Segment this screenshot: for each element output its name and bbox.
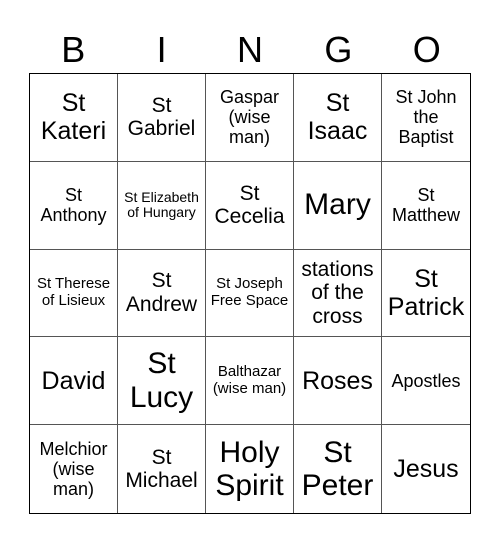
bingo-cell-text: stations of the cross	[301, 257, 374, 328]
bingo-cell-text: St Peter	[301, 435, 374, 503]
bingo-cell[interactable]: St Joseph Free Space	[206, 249, 294, 338]
bingo-cell[interactable]: Roses	[294, 337, 382, 426]
bingo-cell-text: St Therese of Lisieux	[36, 275, 111, 309]
bingo-cell-text: Melchior (wise man)	[39, 438, 108, 500]
bingo-cell-text: St Gabriel	[127, 93, 196, 141]
bingo-cell[interactable]: St Andrew	[118, 249, 206, 338]
bingo-cell-text: St Lucy	[129, 347, 194, 414]
bingo-cell[interactable]: St Therese of Lisieux	[30, 249, 118, 338]
bingo-cell-text: Jesus	[393, 455, 459, 484]
bingo-cell[interactable]: St Patrick	[382, 250, 470, 338]
bingo-cell-text: St Elizabeth of Hungary	[124, 188, 199, 221]
bingo-cell-text: David	[41, 366, 106, 395]
bingo-cell[interactable]: St Lucy	[118, 337, 206, 426]
bingo-cell[interactable]: St Cecelia	[206, 161, 294, 250]
header-letter-n: N	[236, 29, 263, 70]
bingo-cell[interactable]: Apostles	[382, 337, 470, 426]
bingo-cell[interactable]: Jesus	[382, 425, 470, 513]
bingo-cell-text: St Matthew	[391, 185, 461, 226]
bingo-cell-text: St Anthony	[40, 185, 107, 226]
bingo-cell-text: St Michael	[125, 445, 198, 493]
bingo-cell-text: Holy Spirit	[215, 435, 284, 503]
bingo-cell[interactable]: St Isaac	[294, 74, 382, 162]
bingo-cell-text: St Joseph Free Space	[210, 275, 289, 309]
bingo-header: B I N G O	[29, 28, 471, 72]
bingo-cell-text: Gaspar (wise man)	[219, 87, 280, 148]
bingo-cell[interactable]: St Peter	[294, 425, 382, 513]
bingo-cell[interactable]: St Anthony	[30, 161, 118, 250]
header-letter-o: O	[412, 29, 441, 70]
bingo-cell-text: Apostles	[391, 370, 461, 391]
bingo-cell-text: Balthazar (wise man)	[212, 362, 287, 397]
bingo-cell-text: St Patrick	[387, 264, 465, 321]
bingo-cell[interactable]: St Kateri	[30, 74, 118, 162]
bingo-cell[interactable]: Gaspar (wise man)	[206, 74, 294, 162]
bingo-cell[interactable]: St John the Baptist	[382, 74, 470, 162]
bingo-cell-text: St John the Baptist	[395, 87, 457, 148]
bingo-cell[interactable]: Holy Spirit	[206, 425, 294, 513]
bingo-cell-text: Roses	[302, 366, 373, 395]
bingo-cell[interactable]: St Gabriel	[118, 74, 206, 162]
header-letter-i: I	[156, 29, 167, 70]
bingo-cell[interactable]: David	[30, 337, 118, 426]
header-letter-g: G	[324, 29, 353, 70]
bingo-cell[interactable]: St Michael	[118, 425, 206, 513]
bingo-cell[interactable]: Melchior (wise man)	[30, 425, 118, 513]
bingo-cell-text: St Andrew	[125, 269, 198, 316]
bingo-cell-text: St Isaac	[307, 89, 368, 146]
bingo-cell[interactable]: St Elizabeth of Hungary	[118, 161, 206, 250]
bingo-cell-text: St Cecelia	[214, 181, 285, 229]
bingo-cell[interactable]: Mary	[294, 161, 382, 250]
bingo-cell-text: St Kateri	[40, 89, 107, 146]
header-letter-b: B	[61, 29, 86, 70]
bingo-cell[interactable]: Balthazar (wise man)	[206, 337, 294, 426]
bingo-grid: St Kateri St Gabriel Gaspar (wise man) St I…	[29, 73, 471, 514]
bingo-cell[interactable]: stations of the cross	[294, 249, 382, 338]
bingo-cell-text: Mary	[304, 188, 371, 222]
bingo-cell[interactable]: St Matthew	[382, 162, 470, 250]
